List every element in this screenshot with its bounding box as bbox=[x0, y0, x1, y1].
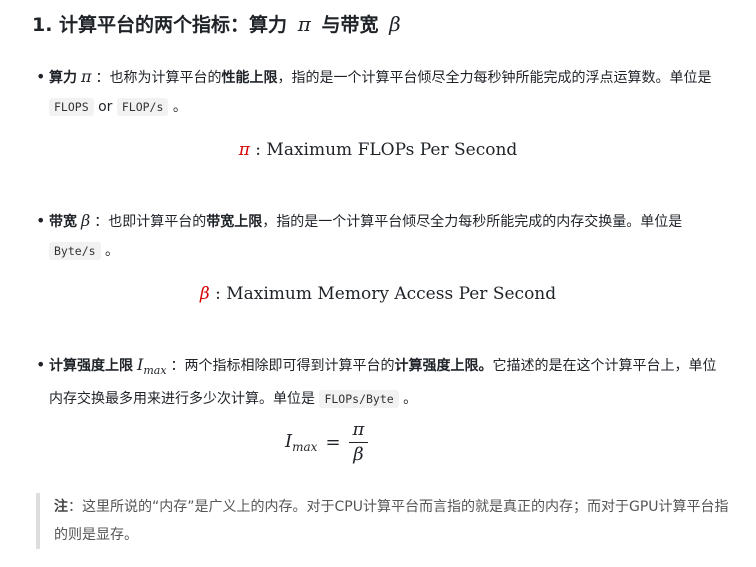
section-heading: 1. 计算平台的两个指标：算力 π 与带宽 β bbox=[32, 10, 405, 39]
list-item-text: 带宽 β ：也即计算平台的带宽上限，指的是一个计算平台倾尽全力每秒所能完成的内存交换… bbox=[49, 206, 726, 266]
equation-intensity: Imax = π β bbox=[285, 420, 369, 465]
list-item-intensity: • 计算强度上限 Imax ：两个指标相除即可得到计算平台的计算强度上限。它描述的是… bbox=[36, 350, 726, 414]
note-text: ：这里所说的“内存”是广义上的内存。对于CPU计算平台而言指的就是真正的内存；而… bbox=[54, 499, 729, 543]
heading-prefix: 1. 计算平台的两个指标：算力 bbox=[32, 14, 288, 36]
list-item-compute: • 算力 π ：也称为计算平台的性能上限，指的是一个计算平台倾尽全力每秒钟所能完成的… bbox=[36, 62, 726, 122]
equation-text: : Maximum Memory Access Per Second bbox=[209, 284, 557, 304]
list-item-bandwidth: • 带宽 β ：也即计算平台的带宽上限，指的是一个计算平台倾尽全力每秒所能完成的内存… bbox=[36, 206, 726, 266]
item-text-part: ：两个指标相除即可得到计算平台的 bbox=[170, 358, 395, 374]
item-label: 计算强度上限 bbox=[49, 358, 133, 374]
equation-lhs: Imax bbox=[285, 431, 317, 454]
inline-code: Byte/s bbox=[49, 242, 101, 260]
equation-symbol: π bbox=[238, 140, 250, 160]
item-symbol: π bbox=[81, 67, 92, 86]
list-item-text: 计算强度上限 Imax ：两个指标相除即可得到计算平台的计算强度上限。它描述的是在这… bbox=[49, 350, 726, 414]
item-bold-term: 带宽上限 bbox=[206, 214, 263, 230]
heading-pi-symbol: π bbox=[297, 12, 311, 36]
item-symbol: β bbox=[81, 211, 91, 230]
list-item-text: 算力 π ：也称为计算平台的性能上限，指的是一个计算平台倾尽全力每秒钟所能完成的浮点… bbox=[49, 62, 726, 122]
item-text-part: 。 bbox=[172, 99, 187, 115]
equation-pi: π : Maximum FLOPs Per Second bbox=[0, 140, 756, 160]
inline-code: FLOP/s bbox=[116, 98, 169, 116]
item-text-part: ，指的是一个计算平台倾尽全力每秒所能完成的内存交换量。单位是 bbox=[262, 214, 683, 230]
item-text-part: ：也即计算平台的 bbox=[94, 214, 207, 230]
inline-code: FLOPs/Byte bbox=[319, 390, 399, 409]
equation-symbol: β bbox=[199, 284, 210, 304]
item-text-part: ，指的是一个计算平台倾尽全力每秒钟所能完成的浮点运算数。单位是 bbox=[277, 70, 712, 86]
equals-sign: = bbox=[325, 432, 341, 453]
lhs-subscript: max bbox=[292, 440, 318, 454]
fraction-numerator: π bbox=[348, 420, 369, 443]
item-text-part: or bbox=[98, 99, 113, 115]
item-text-part: ：也称为计算平台的 bbox=[95, 70, 222, 86]
heading-beta-symbol: β bbox=[389, 12, 401, 36]
item-label: 算力 bbox=[49, 70, 77, 86]
symbol-subscript: max bbox=[143, 364, 167, 378]
item-symbol: Imax bbox=[137, 355, 167, 378]
bullet: • bbox=[36, 67, 46, 86]
item-bold-term: 计算强度上限。 bbox=[394, 358, 493, 374]
fraction-denominator: β bbox=[353, 444, 364, 465]
note-blockquote: 注：这里所说的“内存”是广义上的内存。对于CPU计算平台而言指的就是真正的内存；… bbox=[36, 493, 734, 549]
bullet: • bbox=[36, 211, 46, 230]
note-label: 注 bbox=[54, 499, 68, 515]
item-text-part: 。 bbox=[403, 391, 418, 408]
item-text-part: 。 bbox=[105, 243, 119, 259]
item-label: 带宽 bbox=[49, 214, 77, 230]
item-bold-term: 性能上限 bbox=[221, 70, 278, 86]
inline-code: FLOPS bbox=[49, 98, 94, 116]
fraction: π β bbox=[348, 420, 369, 465]
heading-middle: 与带宽 bbox=[321, 14, 379, 36]
equation-text: : Maximum FLOPs Per Second bbox=[249, 140, 518, 160]
equation-beta: β : Maximum Memory Access Per Second bbox=[0, 284, 756, 304]
bullet: • bbox=[36, 355, 46, 374]
document-page: 1. 计算平台的两个指标：算力 π 与带宽 β • 算力 π ：也称为计算平台的性能… bbox=[0, 0, 756, 567]
